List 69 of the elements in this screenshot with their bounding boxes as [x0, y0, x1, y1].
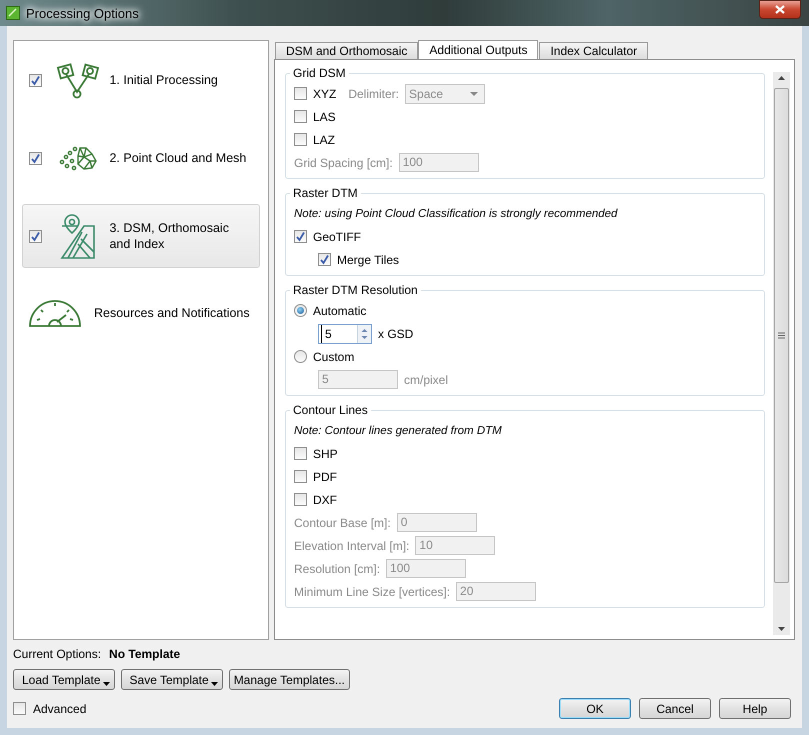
checkbox[interactable]: [294, 470, 307, 483]
point-mesh-icon: [58, 144, 98, 172]
checkbox-label[interactable]: SHP: [313, 446, 338, 460]
checkbox[interactable]: [29, 152, 42, 164]
current-template: No Template: [109, 647, 180, 661]
step-label[interactable]: 2. Point Cloud and Mesh: [109, 150, 253, 166]
step-label: 3. DSM, Orthomosaic and Index: [109, 220, 230, 252]
field-label: Contour Base [m]:: [294, 516, 391, 530]
caret-icon: [470, 92, 478, 96]
template-button[interactable]: Manage Templates...: [228, 669, 350, 690]
checkbox[interactable]: [294, 447, 307, 460]
step-label[interactable]: 1. Initial Processing: [109, 72, 253, 88]
radio-button[interactable]: [294, 304, 307, 317]
dialog-button[interactable]: Help: [719, 698, 791, 719]
spin-field[interactable]: 5: [318, 324, 372, 344]
dialog-button[interactable]: OK: [559, 698, 631, 719]
checkbox[interactable]: [29, 74, 42, 86]
field-label: Minimum Line Size [vertices]:: [294, 584, 450, 598]
group-title: Contour Lines: [292, 403, 369, 417]
note-text: Note: Contour lines generated from DTM: [294, 424, 502, 436]
tab[interactable]: Additional Outputs: [418, 40, 538, 59]
group-title: Raster DTM Resolution: [292, 283, 419, 297]
checkbox[interactable]: [294, 230, 307, 243]
note-text: Note: using Point Cloud Classification is strongly recommended: [294, 208, 618, 220]
checkbox[interactable]: [294, 87, 307, 100]
template-button[interactable]: Save Template: [120, 669, 223, 690]
scrollbar[interactable]: [773, 72, 790, 635]
grip-icon: [778, 332, 785, 339]
step-label[interactable]: Resources and Notifications: [94, 306, 250, 320]
delimiter-label: Delimiter:: [348, 86, 400, 100]
radio-label[interactable]: Automatic: [313, 304, 366, 318]
checkbox[interactable]: [294, 133, 307, 146]
scrollbar-thumb[interactable]: [774, 88, 789, 583]
checkbox[interactable]: [318, 253, 331, 266]
checkbox[interactable]: [29, 230, 42, 242]
checkbox-label[interactable]: Merge Tiles: [337, 252, 400, 266]
checkbox-label[interactable]: XYZ: [313, 86, 336, 100]
field-label: Elevation Interval [m]:: [294, 538, 410, 552]
selected-step[interactable]: 3. DSM, Orthomosaic and Index: [22, 204, 260, 268]
current-options-label: Current Options:: [13, 647, 102, 661]
tab[interactable]: Index Calculator: [539, 42, 648, 59]
radio-button[interactable]: [294, 350, 307, 363]
checkbox-label[interactable]: DXF: [313, 492, 337, 506]
checkbox[interactable]: [294, 493, 307, 506]
field-label: Grid Spacing [cm]:: [294, 156, 393, 170]
gauge-icon: [28, 298, 82, 328]
checkbox[interactable]: [294, 110, 307, 123]
checkbox-label[interactable]: Advanced: [33, 702, 86, 716]
field-label: Resolution [cm]:: [294, 562, 380, 576]
close-button[interactable]: [759, 0, 801, 19]
map-pin-icon: [60, 212, 96, 260]
close-icon: [775, 5, 785, 14]
window-title: Processing Options: [26, 6, 139, 20]
caret-icon: [210, 682, 218, 686]
checkbox-label[interactable]: GeoTIFF: [313, 230, 362, 244]
unit-label: cm/pixel: [404, 372, 448, 386]
dialog-button[interactable]: Cancel: [639, 698, 711, 719]
app-icon: [6, 6, 20, 20]
caret-icon: [102, 682, 110, 686]
checkbox[interactable]: [13, 702, 26, 715]
template-button[interactable]: Load Template: [13, 669, 115, 690]
radio-label[interactable]: Custom: [313, 350, 354, 364]
tab[interactable]: DSM and Orthomosaic: [275, 42, 418, 59]
group-title: Grid DSM: [292, 66, 347, 80]
checkbox-label[interactable]: LAZ: [313, 132, 336, 146]
checkbox-label[interactable]: LAS: [313, 110, 336, 124]
unit-label: x GSD: [378, 326, 414, 340]
group-title: Raster DTM: [292, 186, 359, 200]
checkbox-label[interactable]: PDF: [313, 470, 337, 484]
